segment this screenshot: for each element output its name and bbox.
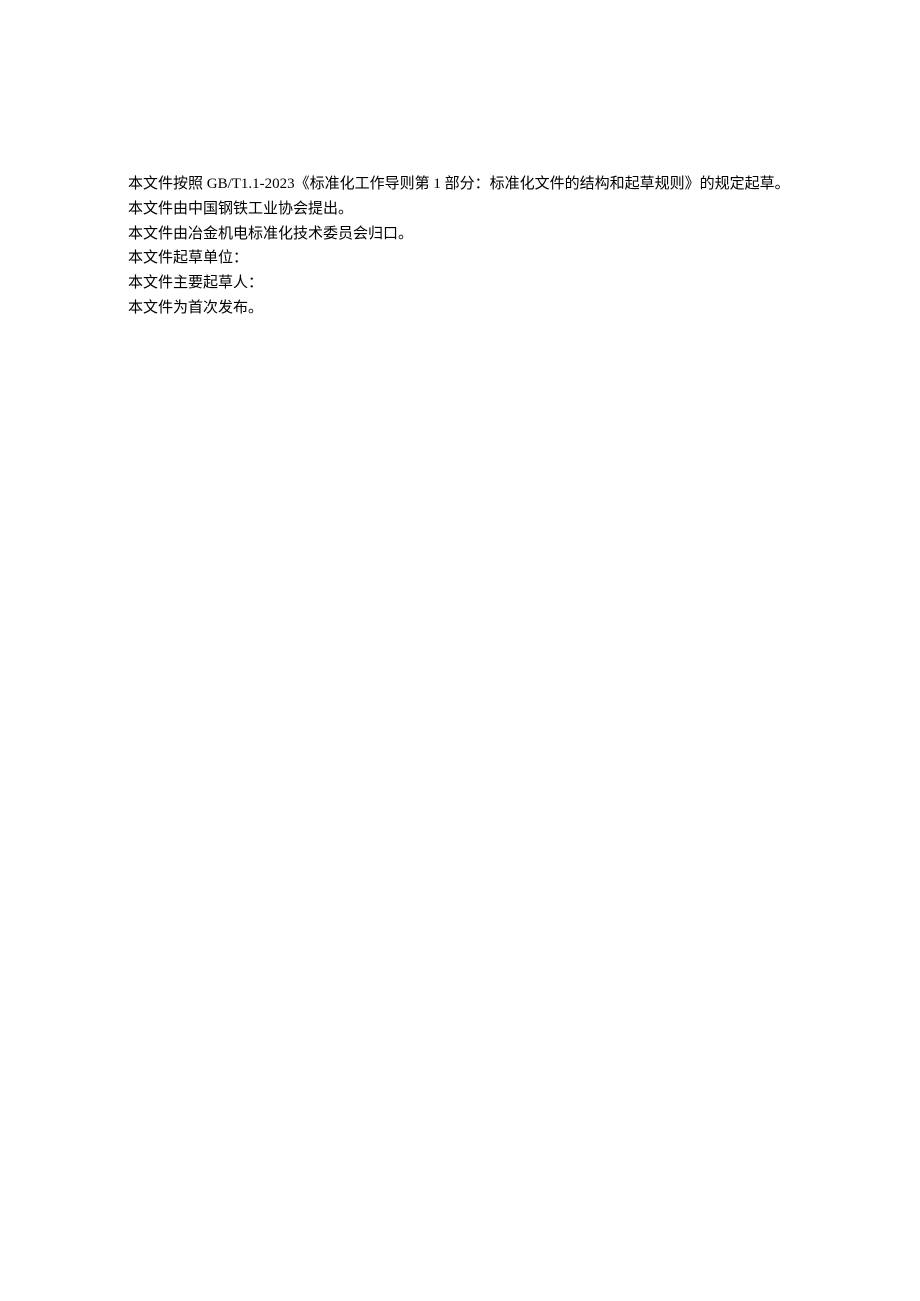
paragraph-2: 本文件由中国钢铁工业协会提出。	[128, 197, 830, 222]
paragraph-5: 本文件主要起草人：	[128, 271, 830, 296]
paragraph-3: 本文件由冶金机电标准化技术委员会归口。	[128, 222, 830, 247]
document-body: 本文件按照 GB/T1.1-2023《标准化工作导则第 1 部分：标准化文件的结…	[0, 0, 920, 321]
paragraph-4: 本文件起草单位：	[128, 246, 830, 271]
paragraph-6: 本文件为首次发布。	[128, 296, 830, 321]
paragraph-1: 本文件按照 GB/T1.1-2023《标准化工作导则第 1 部分：标准化文件的结…	[128, 172, 830, 197]
